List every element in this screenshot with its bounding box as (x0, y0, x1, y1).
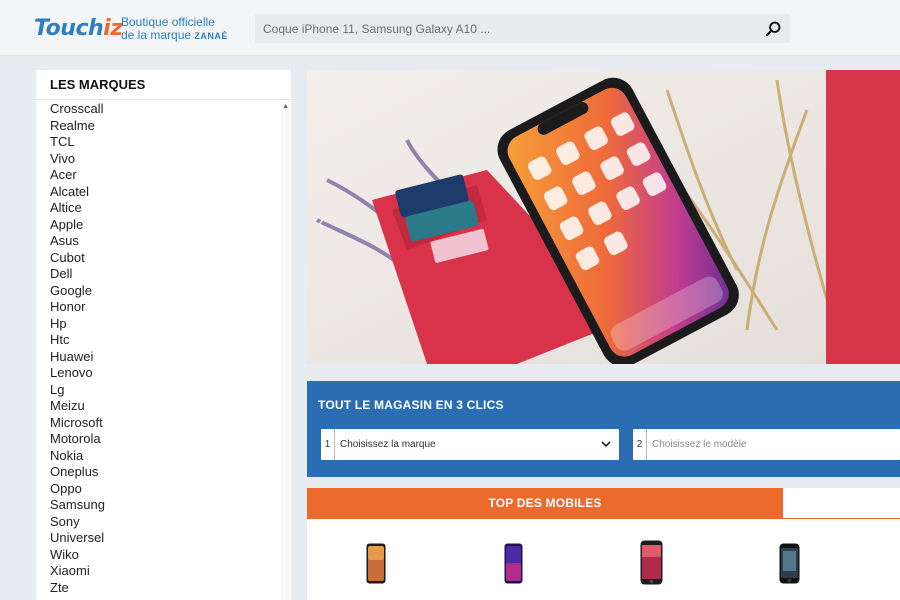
brand-item[interactable]: Acer (50, 167, 291, 184)
brand-item[interactable]: Alcatel (50, 184, 291, 201)
sidebar-title: LES MARQUES (36, 70, 291, 100)
brand-select-label: Choisissez la marque (340, 439, 436, 450)
brand-item[interactable]: Asus (50, 233, 291, 250)
chevron-left-icon[interactable]: ‹ (318, 212, 325, 235)
sidebar-scrollbar[interactable] (281, 101, 291, 600)
logo-wordmark: Touchiz (34, 16, 123, 41)
brand-item[interactable]: Oppo (50, 481, 291, 498)
brand-item[interactable]: Samsung (50, 497, 291, 514)
brand-item[interactable]: Sony (50, 514, 291, 531)
site-header: Touchiz Boutique officielle de la marque… (0, 0, 900, 56)
logo-tagline: Boutique officielle de la marque ZANAÉ (121, 16, 228, 43)
tab-underline (783, 518, 900, 519)
search-bar (255, 14, 790, 43)
brand-item[interactable]: Zte (50, 580, 291, 597)
phone-thumbnail[interactable] (366, 543, 386, 584)
brand-item[interactable]: Wiko (50, 547, 291, 564)
logo-main-text: Touch (34, 16, 104, 41)
logo-brand-name: ZANAÉ (194, 31, 228, 41)
brand-item[interactable]: Hp (50, 316, 291, 333)
brand-item[interactable]: Nokia (50, 448, 291, 465)
phone-thumbnail[interactable] (504, 543, 523, 584)
brand-item[interactable]: Cubot (50, 250, 291, 267)
hero-banner-image[interactable] (307, 70, 900, 364)
phone-thumbnail[interactable] (640, 540, 663, 585)
search-icon[interactable] (765, 20, 782, 37)
brand-item[interactable]: TCL (50, 134, 291, 151)
banner-red-panel (826, 70, 900, 364)
store-finder: TOUT LE MAGASIN EN 3 CLICS 1 Choisissez … (307, 381, 900, 477)
step-number: 2 (633, 429, 647, 460)
model-select-label: Choisissez le modèle (652, 439, 747, 450)
chevron-down-icon (601, 441, 611, 448)
brand-select[interactable]: 1 Choisissez la marque (321, 429, 619, 460)
brand-list: Crosscall Realme TCL Vivo Acer Alcatel Altice A… (36, 100, 291, 596)
brand-item[interactable]: Dell (50, 266, 291, 283)
scroll-up-arrow-icon[interactable]: ▲ (282, 103, 289, 110)
top-mobiles-tab[interactable]: TOP DES MOBILES (307, 488, 783, 519)
brand-item[interactable]: Microsoft (50, 415, 291, 432)
brand-item[interactable]: Vivo (50, 151, 291, 168)
brand-item[interactable]: Realme (50, 118, 291, 135)
logo-accent-text: iz (103, 16, 123, 41)
brand-item[interactable]: Lg (50, 382, 291, 399)
model-select[interactable]: 2 Choisissez le modèle (633, 429, 900, 460)
brand-item[interactable]: Honor (50, 299, 291, 316)
brand-item[interactable]: Universel (50, 530, 291, 547)
brand-item[interactable]: Motorola (50, 431, 291, 448)
brand-item[interactable]: Huawei (50, 349, 291, 366)
search-input[interactable] (255, 14, 745, 43)
brand-item[interactable]: Xiaomi (50, 563, 291, 580)
logo-tagline-line2: de la marque (121, 28, 192, 42)
finder-title: TOUT LE MAGASIN EN 3 CLICS (318, 398, 504, 412)
brand-item[interactable]: Apple (50, 217, 291, 234)
brand-item[interactable]: Oneplus (50, 464, 291, 481)
step-number: 1 (321, 429, 335, 460)
brand-item[interactable]: Htc (50, 332, 291, 349)
brand-item[interactable]: Lenovo (50, 365, 291, 382)
brand-item[interactable]: Altice (50, 200, 291, 217)
brand-item[interactable]: Meizu (50, 398, 291, 415)
phone-thumbnail[interactable] (779, 543, 800, 584)
brand-item[interactable]: Crosscall (50, 101, 291, 118)
brand-item[interactable]: Google (50, 283, 291, 300)
brands-sidebar: LES MARQUES Crosscall Realme TCL Vivo Acer Al… (36, 70, 291, 600)
